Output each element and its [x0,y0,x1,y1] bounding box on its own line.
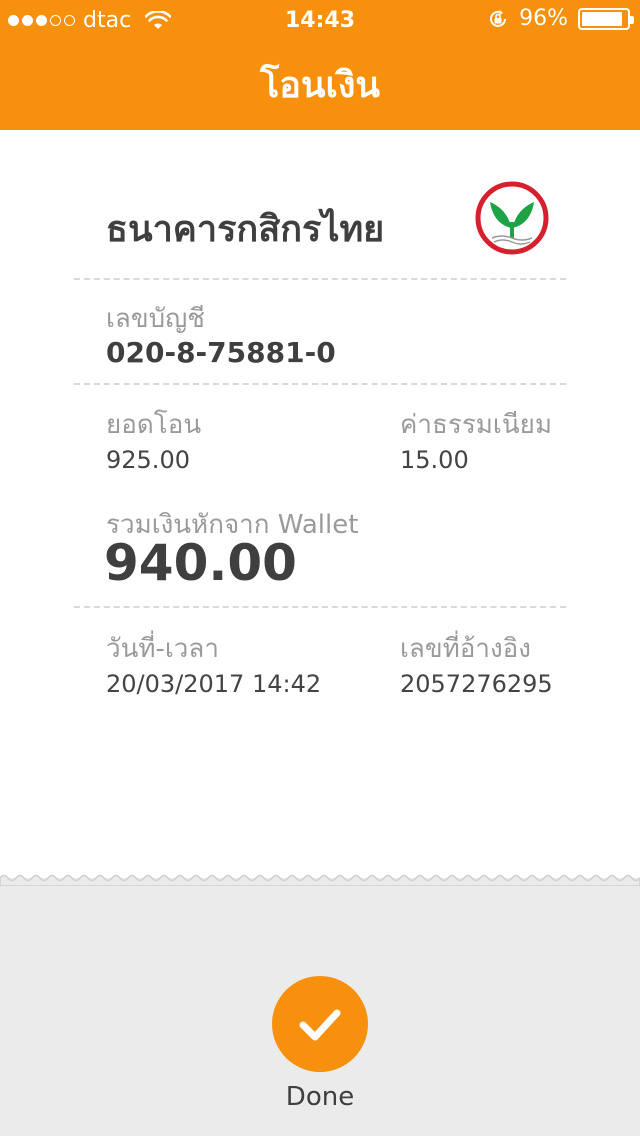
status-bar: dtac 14:43 96% [0,0,640,40]
divider [74,278,566,280]
amount-label: ยอดโอน [106,410,202,440]
datetime-value: 20/03/2017 14:42 [106,670,322,698]
bottom-panel: Done [0,874,640,1136]
fee-label: ค่าธรรมเนียม [400,410,552,440]
page-title: โอนเงิน [259,65,381,106]
rotation-lock-icon [490,9,507,27]
reference-label: เลขที่อ้างอิง [400,634,531,664]
total-value: 940.00 [104,534,297,592]
bank-name: ธนาคารกสิกรไทย [106,209,385,250]
account-label: เลขบัญชี [106,304,205,334]
kasikorn-bank-logo-icon [475,181,549,255]
done-button[interactable] [272,976,368,1072]
transfer-receipt: ธนาคารกสิกรไทย เลขบัญชี 020-8-75881-0 ยอ… [0,130,640,878]
done-label[interactable]: Done [0,1082,640,1112]
battery-percent: 96% [519,6,568,31]
fee-value: 15.00 [400,446,469,474]
battery-icon [578,7,634,30]
header: dtac 14:43 96% โอนเงิน [0,0,640,130]
datetime-label: วันที่-เวลา [106,634,219,664]
amount-value: 925.00 [106,446,190,474]
receipt-torn-edge [0,874,640,886]
account-number: 020-8-75881-0 [106,336,336,369]
reference-value: 2057276295 [400,670,553,698]
divider [74,606,566,608]
status-right: 96% [487,6,634,31]
divider [74,383,566,385]
checkmark-icon [299,1009,341,1041]
